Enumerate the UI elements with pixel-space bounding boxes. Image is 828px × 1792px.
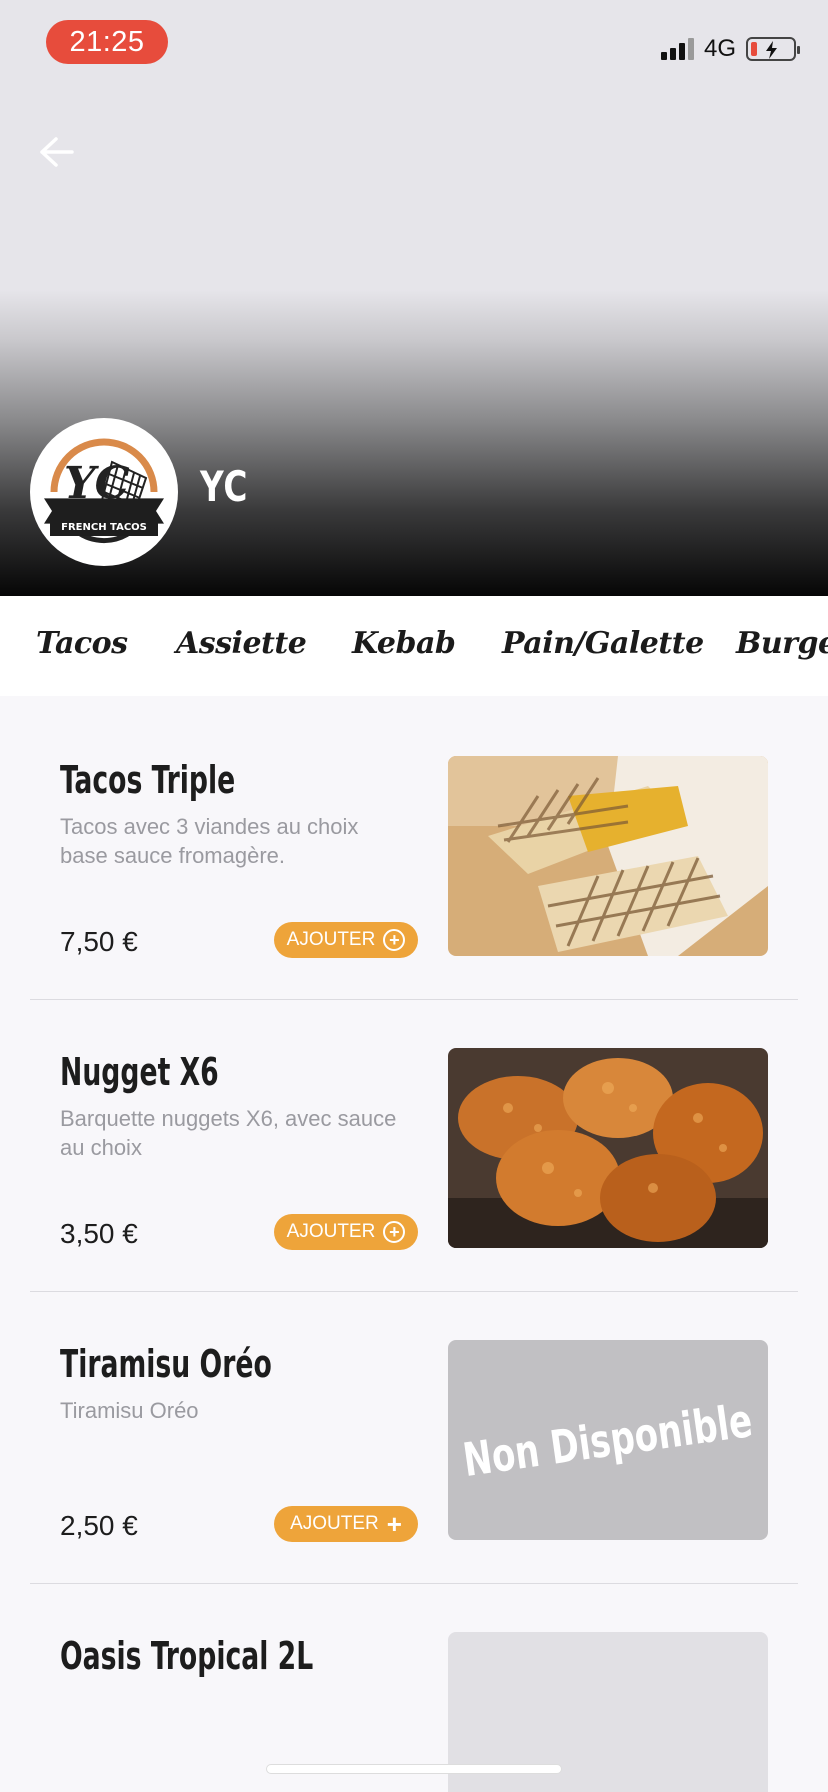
add-button-label: AJOUTER: [286, 929, 376, 950]
restaurant-name: YC: [200, 462, 249, 511]
product-price: 2,50 €: [60, 1510, 138, 1541]
status-time: 21:25: [46, 20, 168, 64]
plus-circle-icon: +: [383, 929, 406, 951]
svg-text:FRENCH TACOS: FRENCH TACOS: [61, 522, 147, 533]
plus-icon: +: [386, 1509, 402, 1539]
add-to-cart-button[interactable]: AJOUTER +: [274, 1214, 418, 1250]
product-description: Tiramisu Oréo: [60, 1398, 199, 1423]
tacos-photo: [448, 756, 768, 956]
product-item[interactable]: Tiramisu Oréo Tiramisu Oréo 2,50 € AJOUT…: [30, 1292, 798, 1584]
tab-tacos[interactable]: Tacos: [36, 626, 128, 661]
product-description: Tacos avec 3 viandes au choix base sauce…: [60, 814, 359, 868]
product-price: 3,50 €: [60, 1218, 138, 1249]
tab-kebab[interactable]: Kebab: [352, 626, 456, 661]
product-item[interactable]: Tacos Triple Tacos avec 3 viandes au cho…: [30, 708, 798, 1000]
product-name: Tiramisu Oréo: [60, 1342, 272, 1386]
unavailable-label: Non Disponible: [460, 1393, 756, 1487]
add-to-cart-button[interactable]: AJOUTER +: [274, 1506, 418, 1542]
product-name: Tacos Triple: [60, 758, 236, 802]
tab-burger[interactable]: Burger: [736, 626, 828, 661]
home-indicator[interactable]: [266, 1764, 562, 1774]
arrow-left-icon: [40, 137, 74, 167]
plus-circle-icon: +: [383, 1221, 406, 1243]
tab-pain-galette[interactable]: Pain/Galette: [502, 626, 704, 661]
add-to-cart-button[interactable]: AJOUTER +: [274, 922, 418, 958]
product-price: 7,50 €: [60, 926, 138, 957]
tab-assiette[interactable]: Assiette: [176, 626, 307, 661]
add-button-label: AJOUTER: [290, 1513, 379, 1534]
product-name: Oasis Tropical 2L: [60, 1634, 314, 1678]
category-tabs: Tacos Assiette Kebab Pain/Galette Burger: [0, 596, 828, 696]
network-label: 4G: [703, 35, 736, 62]
status-indicators: 4G: [660, 34, 800, 64]
product-item[interactable]: Nugget X6 Barquette nuggets X6, avec sau…: [30, 1000, 798, 1292]
add-button-label: AJOUTER: [286, 1221, 376, 1242]
restaurant-header: 21:25 4G YC FRENCH TACOS YC: [0, 0, 828, 596]
signal-icon: [660, 38, 694, 60]
product-image-unavailable: Non Disponible: [448, 1340, 768, 1540]
back-button[interactable]: [36, 132, 76, 172]
nuggets-photo: [448, 1048, 768, 1248]
restaurant-logo: YC FRENCH TACOS: [30, 418, 178, 566]
product-item[interactable]: Oasis Tropical 2L: [30, 1584, 798, 1792]
product-name: Nugget X6: [60, 1050, 219, 1094]
product-description: Barquette nuggets X6, avec sauce au choi…: [60, 1106, 397, 1160]
battery-icon: [746, 37, 800, 61]
restaurant-menu-screen: 21:25 4G YC FRENCH TACOS YC Tacos Assiet…: [0, 0, 828, 1792]
